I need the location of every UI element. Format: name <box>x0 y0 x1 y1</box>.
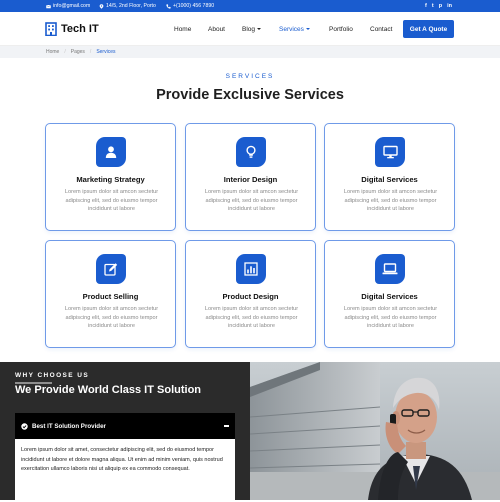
lightbulb-icon <box>246 145 256 158</box>
phone-icon <box>166 3 171 9</box>
why-title: We Provide World Class IT Solution <box>15 384 202 396</box>
chevron-down-icon <box>257 28 262 31</box>
why-choose-us-section: WHY CHOOSE US We Provide World Class IT … <box>0 362 250 502</box>
edit-icon <box>104 263 118 276</box>
service-card[interactable]: Digital Services Lorem ipsum dolor sit a… <box>324 123 455 231</box>
service-description: Lorem ipsum dolor sit amcon sectetur adi… <box>204 306 299 330</box>
why-eyebrow: WHY CHOOSE US <box>15 372 90 379</box>
services-title: Provide Exclusive Services <box>156 87 344 103</box>
service-description: Lorem ipsum dolor sit amcon sectetur adi… <box>64 306 159 330</box>
service-description: Lorem ipsum dolor sit amcon sectetur adi… <box>343 306 438 330</box>
service-card[interactable]: Product Selling Lorem ipsum dolor sit am… <box>45 240 176 348</box>
breadcrumb-separator: / <box>89 49 92 55</box>
get-quote-button[interactable]: Get A Quote <box>403 20 454 38</box>
nav-about[interactable]: About <box>208 26 225 33</box>
service-card[interactable]: Product Design Lorem ipsum dolor sit amc… <box>185 240 316 348</box>
top-info-bar: info@gmail.com 14/5, 2nd Floor, Porto +(… <box>0 0 500 12</box>
brand-logo[interactable]: Tech IT <box>45 22 99 36</box>
service-title: Digital Services <box>361 175 418 184</box>
service-title: Digital Services <box>361 292 418 301</box>
breadcrumb: Home / Pages / Services <box>46 49 116 55</box>
breadcrumb-current: Services <box>96 49 116 55</box>
phone-text: +(1000) 456 7890 <box>173 3 215 9</box>
service-title: Marketing Strategy <box>76 175 145 184</box>
mail-icon <box>46 4 51 8</box>
building-icon <box>45 22 57 36</box>
accordion-label: Best IT Solution Provider <box>32 422 106 430</box>
facebook-icon[interactable]: f <box>425 3 427 9</box>
service-title: Interior Design <box>223 175 278 184</box>
nav-services-label: Services <box>279 26 304 33</box>
phone-contact[interactable]: +(1000) 456 7890 <box>166 3 214 9</box>
laptop-icon <box>382 263 398 275</box>
nav-contact[interactable]: Contact <box>370 26 392 33</box>
service-icon-box <box>236 137 266 167</box>
user-icon <box>105 146 117 158</box>
services-eyebrow: SERVICES <box>225 73 275 80</box>
service-icon-box <box>375 254 405 284</box>
nav-portfolio[interactable]: Portfolio <box>329 26 353 33</box>
service-icon-box <box>96 137 126 167</box>
pinterest-icon[interactable]: p <box>439 3 442 9</box>
linkedin-icon[interactable]: in <box>447 3 452 9</box>
main-navbar: Tech IT Home About Blog Services Portfol… <box>0 12 500 46</box>
arrow-right-icon[interactable] <box>224 496 227 502</box>
chevron-down-icon <box>305 28 310 31</box>
map-pin-icon <box>99 3 104 9</box>
service-title: Product Selling <box>82 292 139 301</box>
nav-blog-label: Blog <box>242 26 256 33</box>
accordion-body: Lorem ipsum dolor sit amet, consectetur … <box>15 439 235 500</box>
service-icon-box <box>236 254 266 284</box>
nav-home[interactable]: Home <box>174 26 191 33</box>
service-card[interactable]: Marketing Strategy Lorem ipsum dolor sit… <box>45 123 176 231</box>
service-title: Product Design <box>222 292 279 301</box>
monitor-icon <box>382 145 398 159</box>
accordion-header[interactable]: Best IT Solution Provider <box>15 413 235 439</box>
check-circle-icon <box>21 422 28 430</box>
breadcrumb-separator: / <box>64 49 66 55</box>
email-text: info@gmail.com <box>53 3 91 9</box>
service-card[interactable]: Digital Services Lorem ipsum dolor sit a… <box>324 240 455 348</box>
address-contact: 14/5, 2nd Floor, Porto <box>99 3 156 9</box>
nav-services[interactable]: Services <box>279 26 310 33</box>
service-description: Lorem ipsum dolor sit amcon sectetur adi… <box>204 189 299 213</box>
breadcrumb-pages[interactable]: Pages <box>71 49 85 55</box>
breadcrumb-bar: Home / Pages / Services <box>0 46 500 58</box>
twitter-icon[interactable]: t <box>432 3 434 9</box>
email-contact[interactable]: info@gmail.com <box>46 3 90 9</box>
social-links: f t p in <box>425 3 452 9</box>
service-card[interactable]: Interior Design Lorem ipsum dolor sit am… <box>185 123 316 231</box>
breadcrumb-home[interactable]: Home <box>46 49 59 55</box>
brand-name: Tech IT <box>61 23 99 35</box>
service-icon-box <box>375 137 405 167</box>
bar-chart-icon <box>244 262 258 276</box>
service-description: Lorem ipsum dolor sit amcon sectetur adi… <box>343 189 438 213</box>
minus-icon[interactable] <box>224 425 229 427</box>
address-text: 14/5, 2nd Floor, Porto <box>106 3 156 9</box>
nav-blog[interactable]: Blog <box>242 26 262 33</box>
businessman-phone-photo <box>250 362 500 500</box>
service-icon-box <box>96 254 126 284</box>
service-description: Lorem ipsum dolor sit amcon sectetur adi… <box>64 189 159 213</box>
